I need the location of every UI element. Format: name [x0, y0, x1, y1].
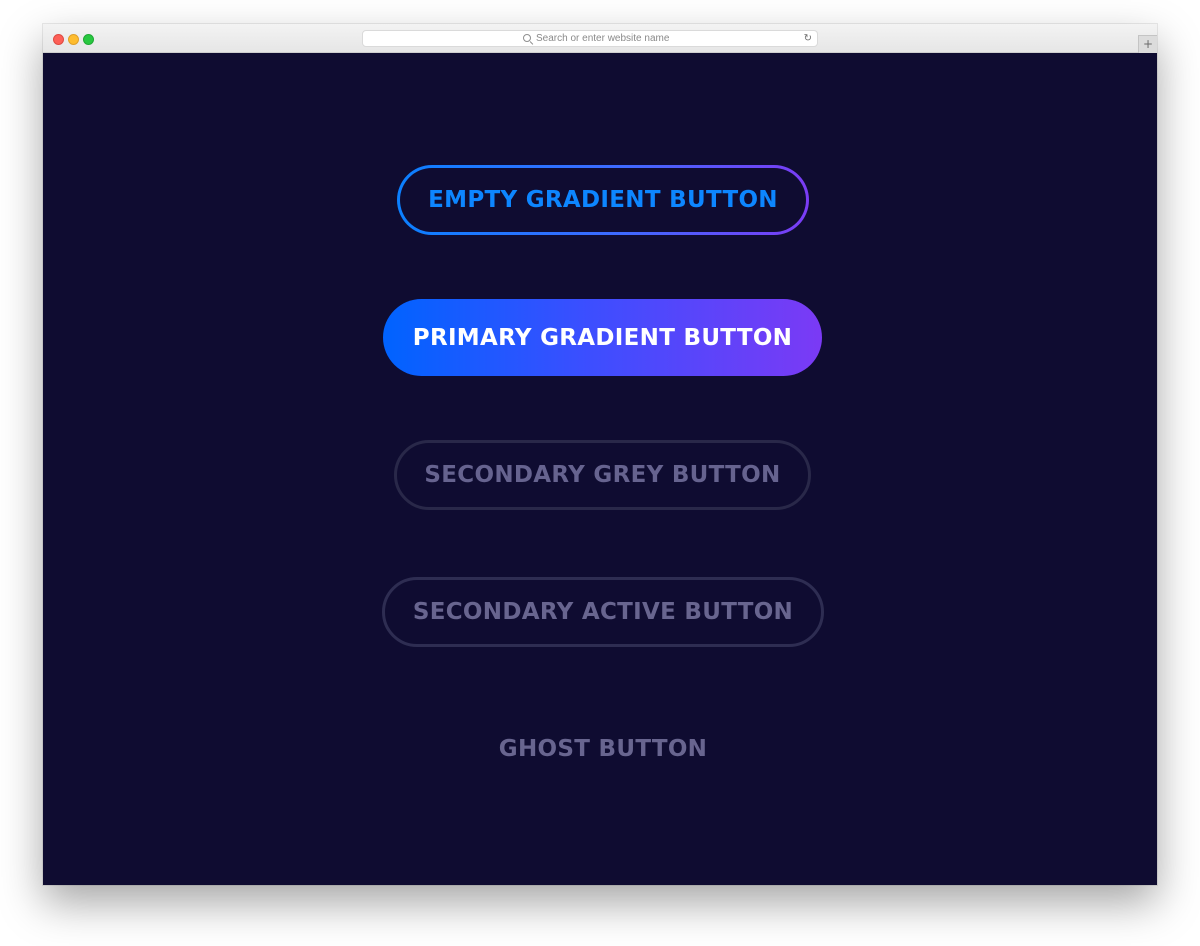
- secondary-grey-button[interactable]: SECONDARY GREY BUTTON: [394, 440, 811, 510]
- ghost-button[interactable]: GHOST BUTTON: [463, 714, 743, 784]
- close-window-icon[interactable]: [53, 34, 64, 45]
- ghost-button-label: GHOST BUTTON: [498, 736, 708, 762]
- page-content: EMPTY GRADIENT BUTTON PRIMARY GRADIENT B…: [43, 53, 1157, 885]
- search-icon: [523, 34, 531, 42]
- plus-icon: +: [1142, 37, 1154, 51]
- secondary-grey-button-label: SECONDARY GREY BUTTON: [424, 462, 781, 488]
- browser-titlebar: Search or enter website name ↻ +: [43, 24, 1157, 53]
- primary-gradient-button[interactable]: PRIMARY GRADIENT BUTTON: [383, 299, 822, 376]
- empty-gradient-button[interactable]: EMPTY GRADIENT BUTTON: [397, 165, 809, 235]
- address-bar[interactable]: Search or enter website name ↻: [362, 30, 818, 47]
- empty-gradient-button-label: EMPTY GRADIENT BUTTON: [428, 187, 778, 213]
- secondary-active-button[interactable]: SECONDARY ACTIVE BUTTON: [382, 577, 824, 647]
- secondary-active-button-label: SECONDARY ACTIVE BUTTON: [412, 599, 794, 625]
- zoom-window-icon[interactable]: [83, 34, 94, 45]
- minimize-window-icon[interactable]: [68, 34, 79, 45]
- reload-icon[interactable]: ↻: [804, 33, 812, 45]
- browser-window: Search or enter website name ↻ + EMPTY G…: [43, 24, 1157, 885]
- primary-gradient-button-label: PRIMARY GRADIENT BUTTON: [412, 324, 793, 351]
- new-tab-button[interactable]: +: [1138, 35, 1157, 53]
- address-placeholder: Search or enter website name: [536, 33, 670, 44]
